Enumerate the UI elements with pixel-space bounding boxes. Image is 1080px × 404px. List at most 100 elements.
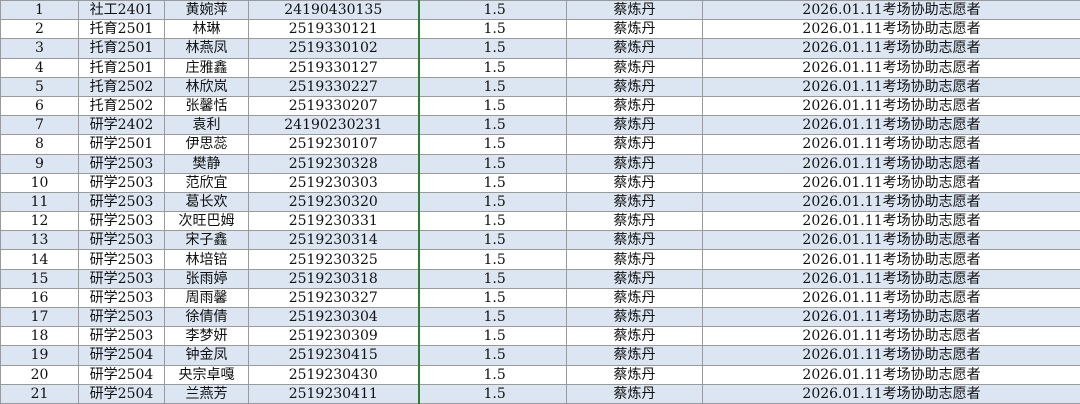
cell-class: 研学2504 (79, 384, 165, 403)
cell-hours: 1.5 (419, 192, 567, 211)
cell-no: 2 (1, 20, 79, 39)
cell-name: 宋子鑫 (165, 231, 249, 250)
cell-activity: 2026.01.11考场协助志愿者 (703, 1, 1080, 20)
cell-supervisor: 蔡炼丹 (567, 192, 703, 211)
cell-supervisor: 蔡炼丹 (567, 1, 703, 20)
cell-hours: 1.5 (419, 384, 567, 403)
cell-activity: 2026.01.11考场协助志愿者 (703, 212, 1080, 231)
cell-name: 林欣岚 (165, 77, 249, 96)
cell-name: 林培锫 (165, 250, 249, 269)
cell-hours: 1.5 (419, 269, 567, 288)
cell-supervisor: 蔡炼丹 (567, 384, 703, 403)
cell-hours: 1.5 (419, 327, 567, 346)
cell-no: 18 (1, 327, 79, 346)
cell-student-id: 2519230415 (249, 346, 419, 365)
cell-supervisor: 蔡炼丹 (567, 250, 703, 269)
cell-activity: 2026.01.11考场协助志愿者 (703, 250, 1080, 269)
cell-student-id: 2519330121 (249, 20, 419, 39)
cell-no: 20 (1, 365, 79, 384)
cell-activity: 2026.01.11考场协助志愿者 (703, 20, 1080, 39)
cell-activity: 2026.01.11考场协助志愿者 (703, 346, 1080, 365)
cell-name: 张雨婷 (165, 269, 249, 288)
cell-no: 11 (1, 192, 79, 211)
table-row: 6托育2502张馨恬25193302071.5蔡炼丹2026.01.11考场协助… (1, 96, 1080, 115)
cell-activity: 2026.01.11考场协助志愿者 (703, 173, 1080, 192)
cell-activity: 2026.01.11考场协助志愿者 (703, 96, 1080, 115)
cell-hours: 1.5 (419, 365, 567, 384)
cell-supervisor: 蔡炼丹 (567, 269, 703, 288)
table-row: 17研学2503徐倩倩25192303041.5蔡炼丹2026.01.11考场协… (1, 308, 1080, 327)
cell-student-id: 24190430135 (249, 1, 419, 20)
cell-no: 16 (1, 288, 79, 307)
cell-hours: 1.5 (419, 288, 567, 307)
cell-supervisor: 蔡炼丹 (567, 116, 703, 135)
cell-activity: 2026.01.11考场协助志愿者 (703, 384, 1080, 403)
cell-name: 次旺巴姆 (165, 212, 249, 231)
cell-student-id: 2519230320 (249, 192, 419, 211)
cell-class: 托育2501 (79, 58, 165, 77)
cell-activity: 2026.01.11考场协助志愿者 (703, 365, 1080, 384)
cell-name: 伊思蕊 (165, 135, 249, 154)
cell-student-id: 2519230327 (249, 288, 419, 307)
cell-activity: 2026.01.11考场协助志愿者 (703, 77, 1080, 96)
cell-class: 托育2502 (79, 77, 165, 96)
cell-hours: 1.5 (419, 1, 567, 20)
cell-activity: 2026.01.11考场协助志愿者 (703, 116, 1080, 135)
cell-student-id: 2519330102 (249, 39, 419, 58)
cell-student-id: 2519230318 (249, 269, 419, 288)
cell-activity: 2026.01.11考场协助志愿者 (703, 39, 1080, 58)
cell-supervisor: 蔡炼丹 (567, 327, 703, 346)
cell-student-id: 2519230328 (249, 154, 419, 173)
cell-hours: 1.5 (419, 308, 567, 327)
cell-activity: 2026.01.11考场协助志愿者 (703, 135, 1080, 154)
cell-hours: 1.5 (419, 135, 567, 154)
table-row: 12研学2503次旺巴姆25192303311.5蔡炼丹2026.01.11考场… (1, 212, 1080, 231)
cell-student-id: 2519230331 (249, 212, 419, 231)
cell-class: 研学2504 (79, 365, 165, 384)
cell-hours: 1.5 (419, 77, 567, 96)
table-row: 8研学2501伊思蕊25192301071.5蔡炼丹2026.01.11考场协助… (1, 135, 1080, 154)
cell-supervisor: 蔡炼丹 (567, 212, 703, 231)
cell-class: 研学2503 (79, 192, 165, 211)
cell-no: 8 (1, 135, 79, 154)
cell-activity: 2026.01.11考场协助志愿者 (703, 192, 1080, 211)
cell-hours: 1.5 (419, 96, 567, 115)
cell-student-id: 2519230430 (249, 365, 419, 384)
cell-supervisor: 蔡炼丹 (567, 346, 703, 365)
cell-student-id: 2519330127 (249, 58, 419, 77)
cell-supervisor: 蔡炼丹 (567, 308, 703, 327)
cell-student-id: 2519330227 (249, 77, 419, 96)
cell-supervisor: 蔡炼丹 (567, 96, 703, 115)
cell-supervisor: 蔡炼丹 (567, 58, 703, 77)
cell-class: 研学2503 (79, 212, 165, 231)
cell-no: 14 (1, 250, 79, 269)
cell-supervisor: 蔡炼丹 (567, 365, 703, 384)
table-row: 15研学2503张雨婷25192303181.5蔡炼丹2026.01.11考场协… (1, 269, 1080, 288)
cell-no: 1 (1, 1, 79, 20)
cell-student-id: 2519230325 (249, 250, 419, 269)
cell-supervisor: 蔡炼丹 (567, 20, 703, 39)
cell-name: 李梦妍 (165, 327, 249, 346)
cell-name: 范欣宜 (165, 173, 249, 192)
table-row: 1社工2401黄婉萍241904301351.5蔡炼丹2026.01.11考场协… (1, 1, 1080, 20)
cell-student-id: 2519230309 (249, 327, 419, 346)
cell-supervisor: 蔡炼丹 (567, 77, 703, 96)
cell-class: 研学2501 (79, 135, 165, 154)
cell-class: 研学2503 (79, 327, 165, 346)
cell-activity: 2026.01.11考场协助志愿者 (703, 154, 1080, 173)
cell-name: 钟金凤 (165, 346, 249, 365)
table-row: 2托育2501林琳25193301211.5蔡炼丹2026.01.11考场协助志… (1, 20, 1080, 39)
cell-name: 黄婉萍 (165, 1, 249, 20)
cell-hours: 1.5 (419, 346, 567, 365)
table-row: 9研学2503樊静25192303281.5蔡炼丹2026.01.11考场协助志… (1, 154, 1080, 173)
cell-name: 林燕凤 (165, 39, 249, 58)
cell-student-id: 2519230411 (249, 384, 419, 403)
cell-name: 林琳 (165, 20, 249, 39)
cell-no: 21 (1, 384, 79, 403)
cell-class: 研学2503 (79, 308, 165, 327)
cell-name: 央宗卓嘎 (165, 365, 249, 384)
cell-class: 托育2501 (79, 20, 165, 39)
cell-no: 17 (1, 308, 79, 327)
cell-student-id: 24190230231 (249, 116, 419, 135)
cell-class: 研学2503 (79, 154, 165, 173)
